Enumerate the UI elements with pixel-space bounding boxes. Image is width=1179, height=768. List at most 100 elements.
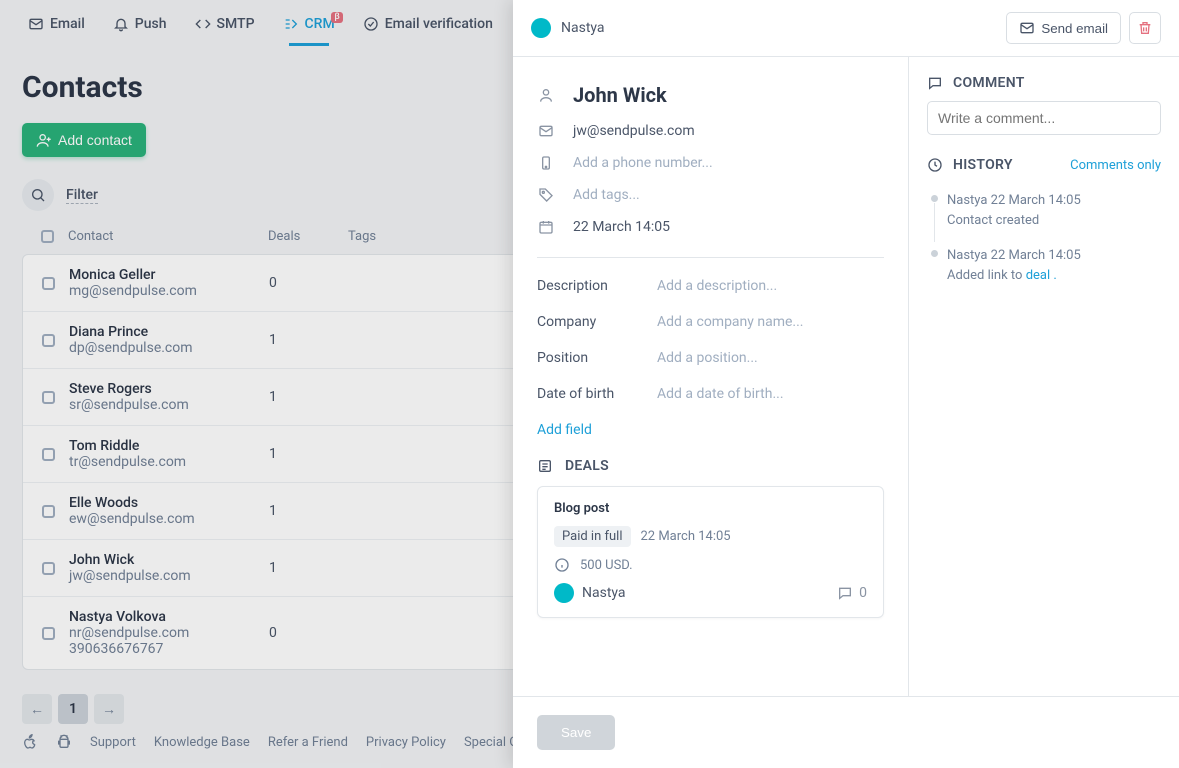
trash-icon: [1137, 20, 1153, 36]
filter-link[interactable]: Filter: [66, 187, 98, 204]
contact-name: Nastya Volkova: [69, 609, 269, 625]
history-header: HISTORY: [953, 157, 1013, 173]
comments-only-link[interactable]: Comments only: [1070, 158, 1161, 173]
crm-icon: [283, 16, 299, 32]
user-plus-icon: [36, 132, 52, 148]
deal-owner: Nastya: [582, 585, 626, 601]
contact-phone: 390636676767: [69, 641, 269, 657]
panel-details: John Wick jw@sendpulse.com Add a phone n…: [513, 57, 909, 696]
history-meta: Nastya 22 March 14:05: [947, 246, 1161, 266]
contact-email: dp@sendpulse.com: [69, 340, 269, 356]
mail-icon: [538, 123, 554, 139]
contact-email[interactable]: jw@sendpulse.com: [573, 123, 695, 139]
col-deals-header[interactable]: Deals: [268, 229, 348, 244]
panel-owner[interactable]: Nastya: [531, 18, 605, 38]
position-input[interactable]: Add a position...: [657, 350, 758, 366]
nav-verification[interactable]: Email verification: [363, 16, 493, 46]
deal-amount: 500 USD.: [580, 558, 633, 573]
nav-smtp[interactable]: SMTP: [195, 16, 255, 46]
user-icon: [538, 87, 554, 103]
dob-label: Date of birth: [537, 386, 657, 402]
deal-card[interactable]: Blog post Paid in full 22 March 14:05 50…: [537, 486, 884, 618]
mail-icon: [1019, 20, 1035, 36]
contact-name: Diana Prince: [69, 324, 269, 340]
contact-deals: 1: [269, 503, 349, 519]
contact-panel: Nastya Send email John Wick jw@sendpulse…: [513, 0, 1179, 768]
contact-name: Tom Riddle: [69, 438, 269, 454]
send-email-button[interactable]: Send email: [1006, 12, 1121, 44]
deal-title: Blog post: [554, 501, 867, 516]
row-checkbox[interactable]: [42, 391, 55, 404]
avatar: [531, 18, 551, 38]
description-input[interactable]: Add a description...: [657, 278, 777, 294]
contact-name: John Wick: [69, 552, 269, 568]
contact-deals: 1: [269, 389, 349, 405]
contact-deals: 1: [269, 446, 349, 462]
footer-support[interactable]: Support: [90, 735, 136, 750]
contact-email: mg@sendpulse.com: [69, 283, 269, 299]
search-button[interactable]: [22, 179, 54, 211]
history-body: Contact created: [947, 211, 1161, 231]
tags-input[interactable]: Add tags...: [573, 187, 640, 203]
panel-footer: Save: [513, 696, 1179, 768]
row-checkbox[interactable]: [42, 277, 55, 290]
company-label: Company: [537, 314, 657, 330]
select-all-checkbox[interactable]: [41, 230, 54, 243]
comment-header: COMMENT: [927, 75, 1161, 91]
code-icon: [195, 16, 211, 32]
contact-name: Steve Rogers: [69, 381, 269, 397]
calendar-icon: [538, 219, 554, 235]
contact-email: jw@sendpulse.com: [69, 568, 269, 584]
position-label: Position: [537, 350, 657, 366]
beta-badge: β: [331, 12, 342, 23]
footer-privacy[interactable]: Privacy Policy: [366, 735, 446, 750]
add-field-link[interactable]: Add field: [537, 422, 592, 438]
deals-section-header: DEALS: [537, 458, 884, 474]
contact-deals: 0: [269, 625, 349, 641]
owner-name: Nastya: [561, 20, 605, 36]
company-input[interactable]: Add a company name...: [657, 314, 804, 330]
search-icon: [30, 187, 46, 203]
info-icon: [554, 557, 570, 573]
nav-push[interactable]: Push: [113, 16, 167, 46]
mail-icon: [28, 16, 44, 32]
footer-refer[interactable]: Refer a Friend: [268, 735, 348, 750]
contact-email: ew@sendpulse.com: [69, 511, 269, 527]
history-body: Added link to deal .: [947, 266, 1161, 286]
contact-deals: 1: [269, 332, 349, 348]
contact-email: sr@sendpulse.com: [69, 397, 269, 413]
panel-header: Nastya Send email: [513, 0, 1179, 57]
delete-button[interactable]: [1129, 12, 1161, 44]
avatar: [554, 583, 574, 603]
history-meta: Nastya 22 March 14:05: [947, 191, 1161, 211]
deal-comment-count: 0: [859, 585, 867, 601]
footer-kb[interactable]: Knowledge Base: [154, 735, 250, 750]
nav-crm[interactable]: CRM β: [283, 16, 335, 46]
row-checkbox[interactable]: [42, 505, 55, 518]
row-checkbox[interactable]: [42, 562, 55, 575]
clock-icon: [927, 157, 943, 173]
save-button[interactable]: Save: [537, 715, 615, 750]
panel-sidebar: COMMENT HISTORY Comments only Nastya 22 …: [909, 57, 1179, 696]
comment-input[interactable]: [927, 101, 1161, 135]
comment-icon: [837, 585, 853, 601]
dob-input[interactable]: Add a date of birth...: [657, 386, 784, 402]
history-item: Nastya 22 March 14:05 Added link to deal…: [927, 240, 1161, 295]
contact-email: nr@sendpulse.com: [69, 625, 269, 641]
apple-icon[interactable]: [22, 734, 38, 750]
row-checkbox[interactable]: [42, 448, 55, 461]
history-list: Nastya 22 March 14:05 Contact createdNas…: [927, 185, 1161, 295]
add-contact-button[interactable]: Add contact: [22, 123, 146, 157]
row-checkbox[interactable]: [42, 627, 55, 640]
android-icon[interactable]: [56, 734, 72, 750]
col-contact-header[interactable]: Contact: [68, 229, 268, 244]
history-link[interactable]: deal .: [1026, 268, 1057, 283]
history-item: Nastya 22 March 14:05 Contact created: [927, 185, 1161, 240]
phone-icon: [538, 155, 554, 171]
contact-name[interactable]: John Wick: [573, 83, 667, 107]
check-icon: [363, 16, 379, 32]
list-icon: [537, 458, 553, 474]
phone-input[interactable]: Add a phone number...: [573, 155, 713, 171]
row-checkbox[interactable]: [42, 334, 55, 347]
nav-email[interactable]: Email: [28, 16, 85, 46]
